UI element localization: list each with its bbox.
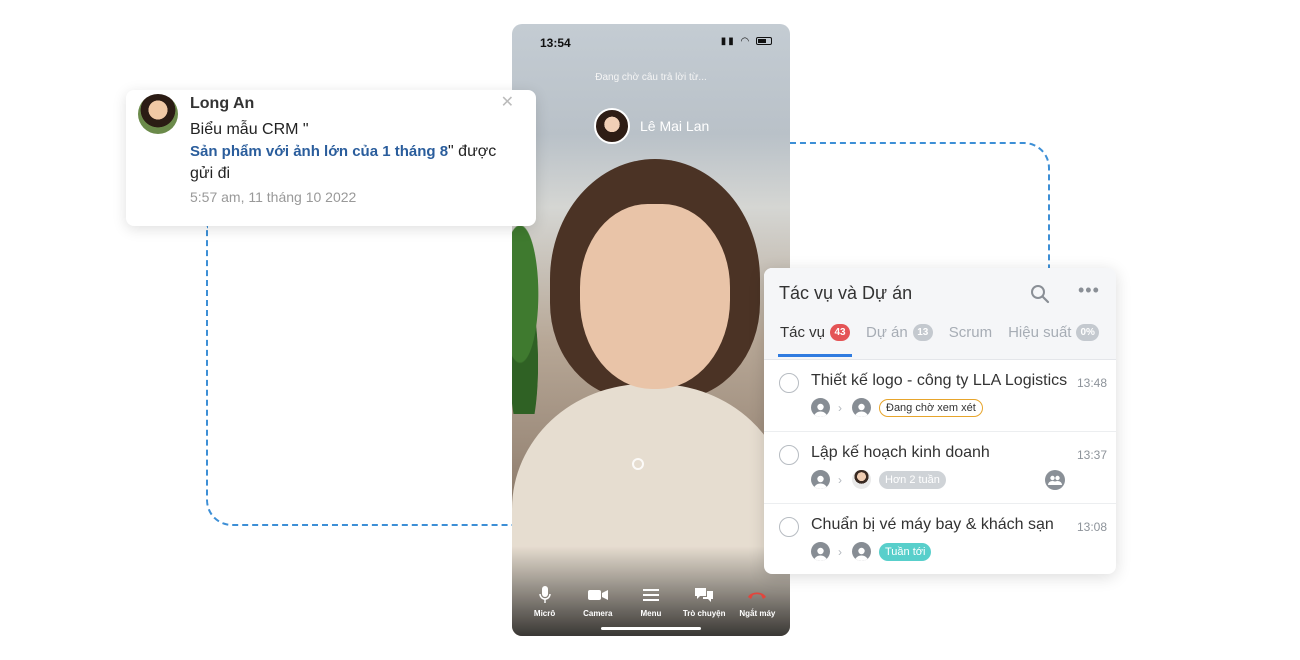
task-row[interactable]: Thiết kế logo - công ty LLA Logistics 13…	[764, 360, 1116, 432]
assignee-user-icon	[852, 398, 871, 417]
task-time: 13:37	[1076, 448, 1107, 462]
tab-scrum[interactable]: Scrum	[949, 324, 992, 353]
creator-user-icon	[811, 398, 830, 417]
waiting-text: Đang chờ câu trả lời từ...	[595, 72, 707, 83]
microphone-icon	[519, 585, 571, 605]
group-users-icon	[1045, 470, 1065, 490]
wifi-icon: ◠	[740, 36, 752, 47]
dashed-connector-left	[206, 226, 522, 526]
menu-button[interactable]: Menu	[625, 585, 677, 618]
tasks-tabs: Tác vụ 43 Dự án 13 Scrum Hiệu suất 0%	[777, 324, 1115, 357]
dashed-connector-right	[780, 142, 1050, 274]
task-time: 13:08	[1076, 520, 1107, 534]
call-controls: Micrô Camera Menu Trò chuyện Ngắt máy	[512, 585, 790, 618]
tab-scrum-label: Scrum	[948, 324, 993, 341]
task-title[interactable]: Lập kế hoạch kinh doanh	[811, 444, 1071, 462]
task-meta: › Đang chờ xem xét	[811, 398, 983, 417]
tab-projects-count: 13	[912, 324, 933, 341]
tab-efficiency-count: 0%	[1076, 324, 1099, 341]
sender-name: Long An	[190, 95, 255, 112]
microphone-label: Micrô	[533, 609, 556, 618]
assignee-user-icon	[852, 542, 871, 561]
tab-projects[interactable]: Dự án 13	[866, 324, 933, 353]
hang-up-icon	[731, 585, 783, 605]
signal-icon: ▮▮	[720, 36, 736, 47]
status-bar-time: 13:54	[540, 36, 571, 50]
notification-message: Biểu mẫu CRM " Sản phẩm với ảnh lớn của …	[190, 119, 520, 185]
tab-projects-label: Dự án	[866, 324, 908, 341]
camera-focus-indicator	[632, 458, 644, 470]
chat-icon	[678, 585, 730, 605]
hang-up-button[interactable]: Ngắt máy	[731, 585, 783, 618]
message-prefix: Biểu mẫu CRM "	[190, 121, 309, 138]
chevron-right-icon: ›	[838, 400, 842, 415]
chevron-right-icon: ›	[838, 472, 842, 487]
task-complete-checkbox[interactable]	[779, 373, 799, 393]
task-title[interactable]: Chuẩn bị vé máy bay & khách sạn	[811, 516, 1071, 534]
task-meta: › Hơn 2 tuần	[811, 470, 946, 489]
callee-name: Lê Mai Lan	[640, 118, 710, 134]
chevron-right-icon: ›	[838, 544, 842, 559]
creator-user-icon	[811, 470, 830, 489]
task-title[interactable]: Thiết kế logo - công ty LLA Logistics	[811, 372, 1071, 390]
task-row[interactable]: Lập kế hoạch kinh doanh 13:37 › Hơn 2 tu…	[764, 432, 1116, 504]
deadline-badge: Tuần tới	[879, 542, 932, 561]
camera-icon	[572, 585, 624, 605]
notification-card[interactable]: ✕ Long An Biểu mẫu CRM " Sản phẩm với ản…	[126, 90, 536, 226]
background-plants	[512, 214, 552, 414]
camera-button[interactable]: Camera	[572, 585, 624, 618]
tasks-panel: Tác vụ và Dự án ••• Tác vụ 43 Dự án 13 S…	[764, 268, 1116, 574]
callee-avatar	[594, 108, 630, 144]
assignee-avatar	[852, 470, 871, 489]
tab-efficiency-label: Hiệu suất	[1008, 324, 1072, 341]
form-link[interactable]: Sản phẩm với ảnh lớn của 1 tháng 8	[190, 143, 448, 160]
task-complete-checkbox[interactable]	[779, 517, 799, 537]
chat-button[interactable]: Trò chuyện	[678, 585, 730, 618]
hang-up-label: Ngắt máy	[739, 609, 776, 618]
status-badge: Đang chờ xem xét	[879, 398, 983, 417]
task-meta: › Tuần tới	[811, 542, 932, 561]
sender-avatar	[138, 94, 178, 134]
tasks-title: Tác vụ và Dự án	[779, 283, 913, 303]
battery-icon	[756, 37, 772, 46]
deadline-badge: Hơn 2 tuần	[879, 470, 946, 489]
task-time: 13:48	[1076, 376, 1107, 390]
camera-label: Camera	[583, 609, 613, 618]
tab-tasks[interactable]: Tác vụ 43	[777, 324, 853, 357]
task-complete-checkbox[interactable]	[779, 445, 799, 465]
callee-info: Lê Mai Lan	[594, 106, 709, 146]
tab-efficiency[interactable]: Hiệu suất 0%	[1008, 324, 1099, 353]
microphone-button[interactable]: Micrô	[519, 585, 571, 618]
notification-timestamp: 5:57 am, 11 tháng 10 2022	[190, 189, 357, 205]
menu-icon	[625, 585, 677, 605]
video-call-screen: 13:54 ▮▮ ◠ Đang chờ câu trả lời từ... Lê…	[512, 24, 790, 636]
caller-video-face	[580, 204, 730, 389]
task-row[interactable]: Chuẩn bị vé máy bay & khách sạn 13:08 › …	[764, 504, 1116, 574]
chat-label: Trò chuyện	[682, 609, 726, 618]
status-bar-icons: ▮▮ ◠	[721, 36, 772, 47]
tab-tasks-label: Tác vụ	[780, 324, 826, 341]
tasks-header: Tác vụ và Dự án ••• Tác vụ 43 Dự án 13 S…	[764, 268, 1116, 360]
menu-label: Menu	[640, 609, 662, 618]
tab-tasks-count: 43	[830, 324, 851, 341]
close-icon[interactable]: ✕	[501, 92, 514, 112]
search-icon[interactable]	[1030, 284, 1050, 304]
creator-user-icon	[811, 542, 830, 561]
more-options-icon[interactable]: •••	[1078, 280, 1100, 301]
home-indicator[interactable]	[601, 627, 701, 630]
